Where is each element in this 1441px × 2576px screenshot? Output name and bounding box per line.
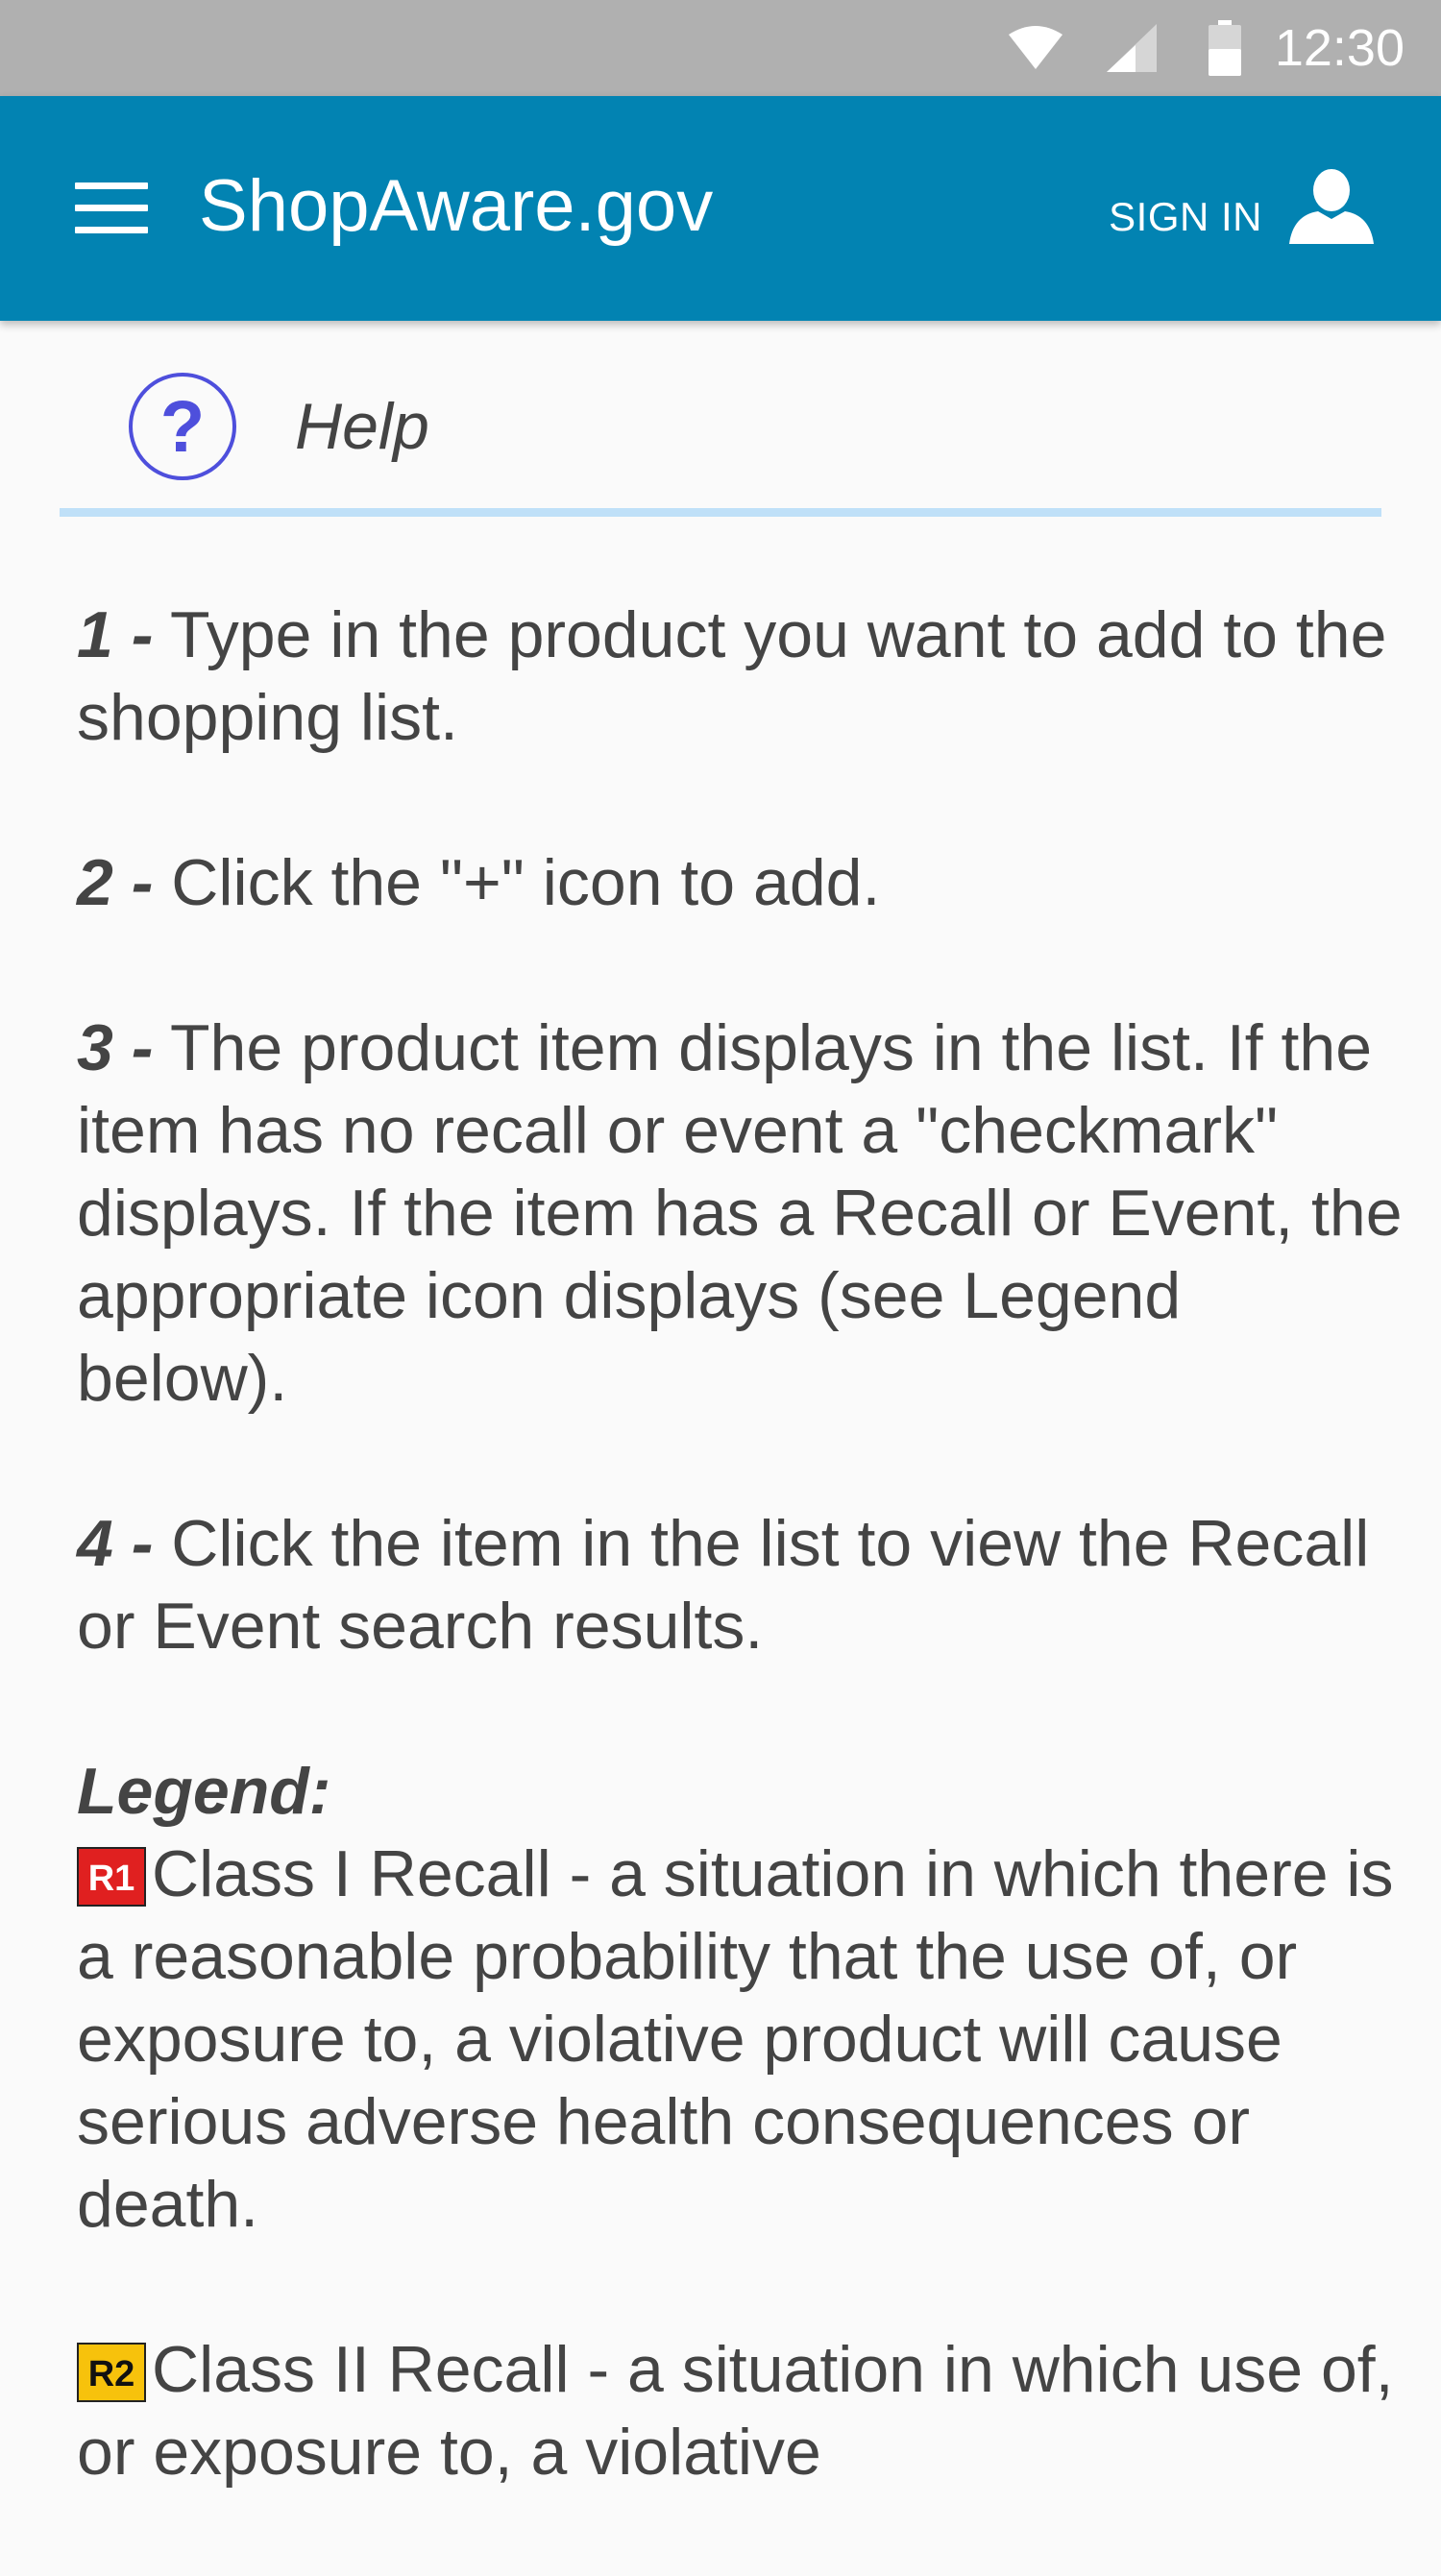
step-text: Click the item in the list to view the R… bbox=[77, 1507, 1370, 1663]
app-bar: ShopAware.gov SIGN IN bbox=[0, 96, 1441, 321]
step-number: 4 - bbox=[77, 1507, 154, 1580]
status-time: 12:30 bbox=[1274, 19, 1404, 77]
step-number: 2 - bbox=[77, 846, 154, 919]
help-content: 1 - Type in the product you want to add … bbox=[77, 594, 1403, 2576]
status-bar: 12:30 bbox=[0, 0, 1441, 96]
battery-icon bbox=[1209, 0, 1241, 96]
help-divider bbox=[60, 508, 1381, 517]
step-text: The product item displays in the list. I… bbox=[77, 1011, 1403, 1415]
legend-class-2: R2 Class II Recall - a situation in which… bbox=[77, 2328, 1403, 2493]
step-2: 2 - Click the "+" icon to add. bbox=[77, 841, 1403, 924]
help-question-icon: ? bbox=[129, 373, 236, 480]
sign-in-button[interactable]: SIGN IN bbox=[1109, 96, 1374, 321]
class-2-recall-badge-icon: R2 bbox=[77, 2343, 146, 2402]
app-title: ShopAware.gov bbox=[199, 165, 714, 247]
sign-in-label: SIGN IN bbox=[1109, 194, 1262, 239]
class-1-recall-badge-icon: R1 bbox=[77, 1847, 146, 1907]
step-1: 1 - Type in the product you want to add … bbox=[77, 594, 1403, 759]
legend-text: Class I Recall - a situation in which th… bbox=[77, 1837, 1394, 2241]
legend-title: Legend: bbox=[77, 1755, 331, 1828]
legend-class-1: Legend: R1 Class I Recall - a situation in… bbox=[77, 1750, 1403, 2246]
step-number: 3 - bbox=[77, 1011, 154, 1084]
step-text: Click the "+" icon to add. bbox=[153, 846, 881, 919]
help-title: Help bbox=[295, 390, 429, 463]
wifi-icon bbox=[1009, 0, 1062, 96]
signal-icon bbox=[1107, 0, 1157, 96]
user-icon bbox=[1289, 168, 1374, 249]
step-number: 1 - bbox=[77, 598, 154, 671]
help-header: ? Help bbox=[60, 321, 1381, 518]
legend-text: Class II Recall - a situation in which u… bbox=[77, 2333, 1394, 2489]
hamburger-menu-icon[interactable] bbox=[75, 177, 150, 240]
step-3: 3 - The product item displays in the lis… bbox=[77, 1007, 1403, 1420]
step-text: Type in the product you want to add to t… bbox=[77, 598, 1387, 754]
step-4: 4 - Click the item in the list to view t… bbox=[77, 1502, 1403, 1667]
